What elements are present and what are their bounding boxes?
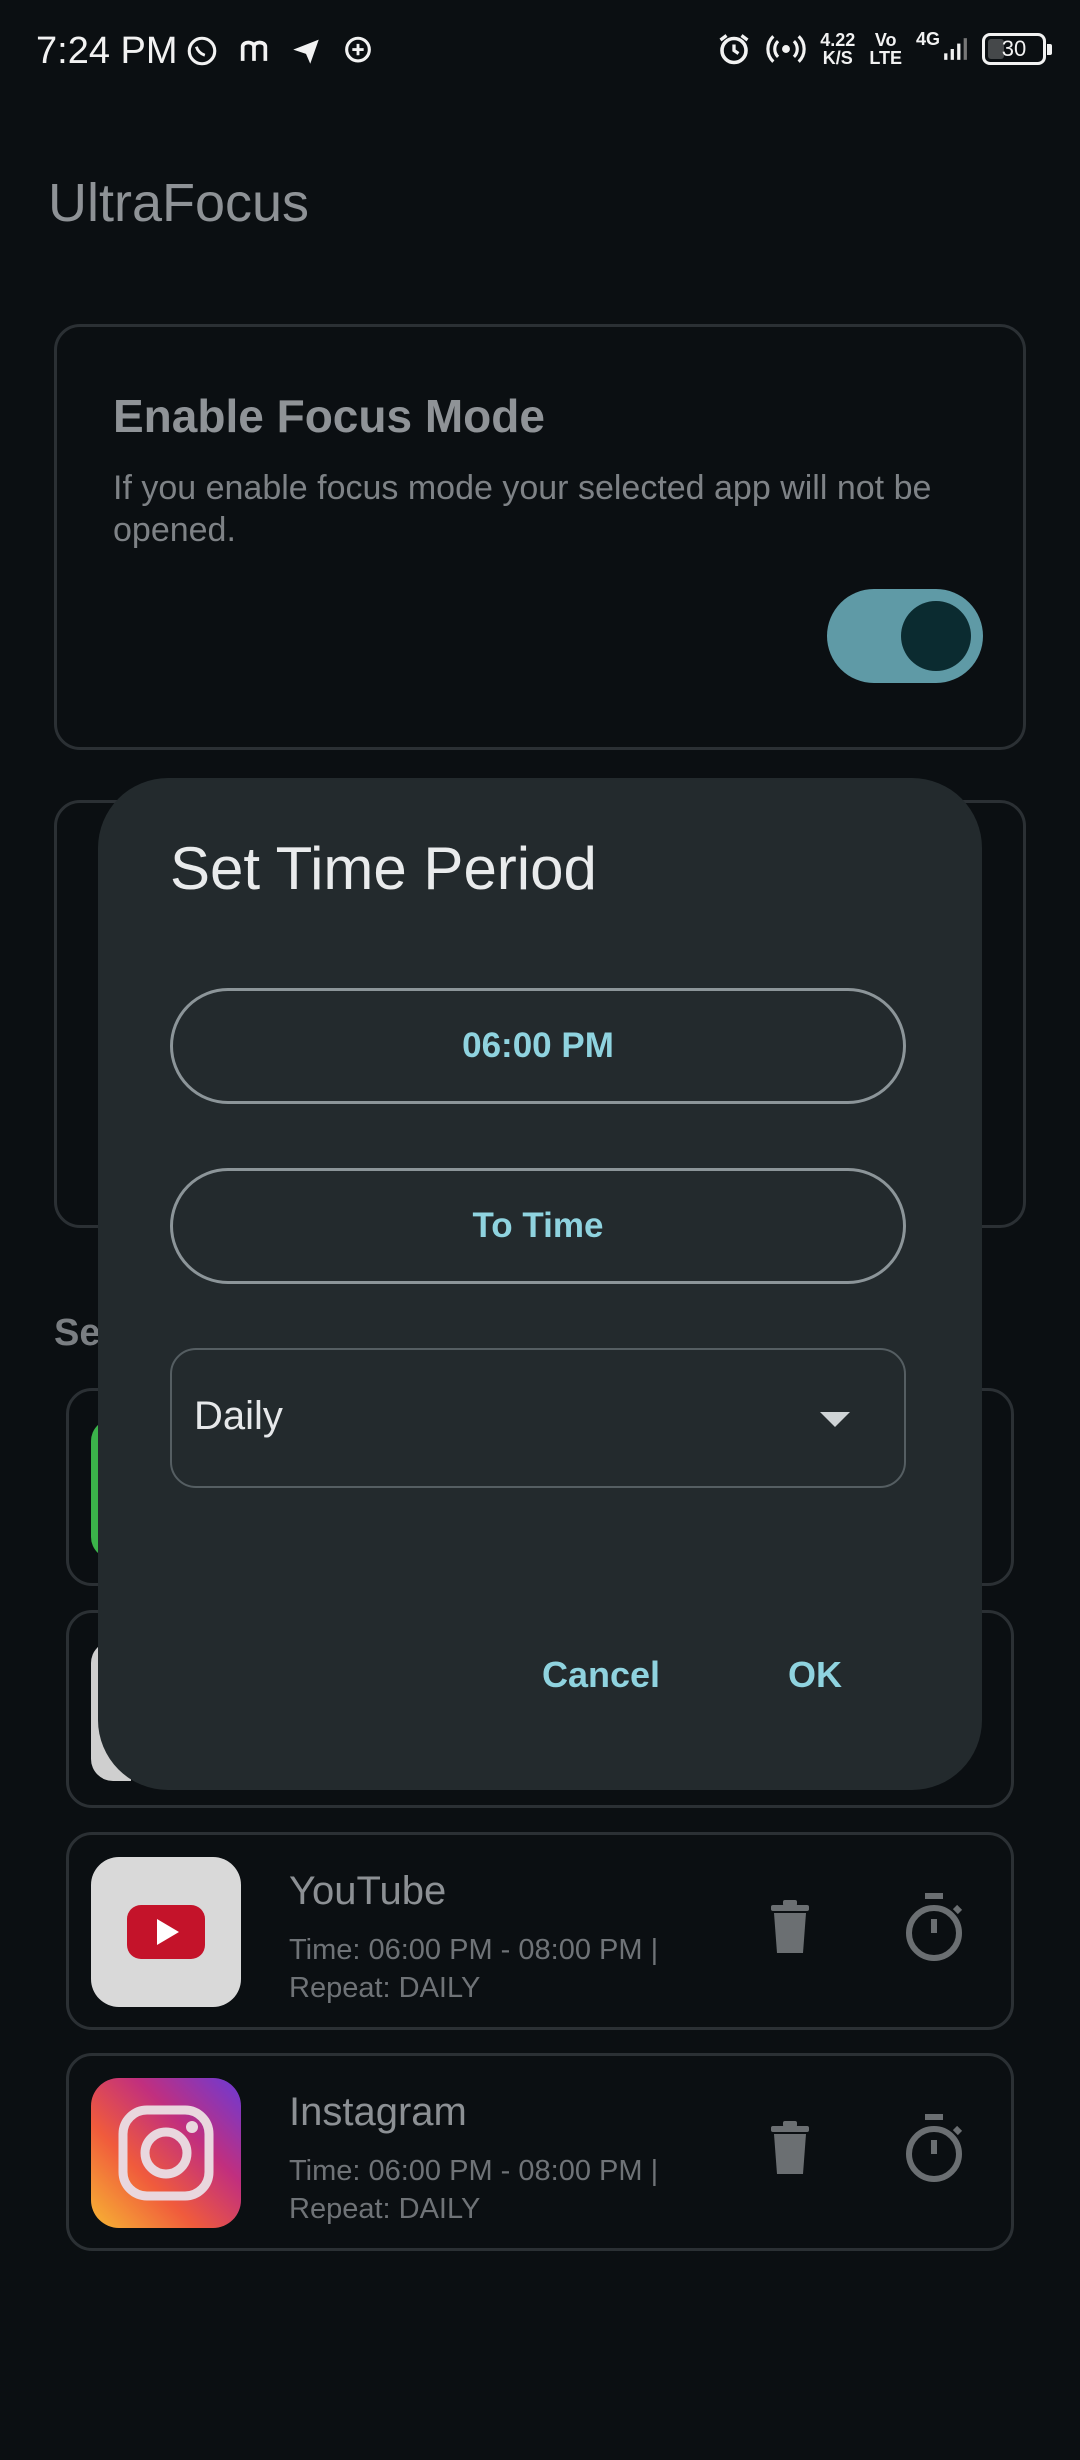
toggle-knob [901, 601, 971, 671]
timer-icon[interactable] [903, 2114, 965, 2184]
to-time-button[interactable]: To Time [170, 1168, 906, 1284]
whatsapp-icon [187, 36, 217, 66]
net-speed: 4.22 K/S [820, 30, 856, 68]
dialog-title: Set Time Period [170, 835, 597, 902]
timer-icon[interactable] [903, 1893, 965, 1963]
repeat-dropdown[interactable]: Daily [170, 1348, 906, 1488]
hotspot-icon [766, 35, 806, 63]
volte-indicator: Vo LTE [869, 30, 902, 68]
focus-mode-title: Enable Focus Mode [113, 390, 545, 442]
chat-plus-icon [345, 36, 371, 63]
app-title: UltraFocus [48, 173, 310, 233]
focus-mode-card: Enable Focus Mode If you enable focus mo… [54, 324, 1026, 750]
delete-icon[interactable] [769, 1899, 811, 1955]
delete-icon[interactable] [769, 2120, 811, 2176]
selected-apps-label: Se [54, 1312, 101, 1354]
dropdown-arrow-icon [820, 1412, 850, 1427]
app-schedule: Time: 06:00 PM - 08:00 PM | Repeat: DAILY [289, 1934, 659, 2004]
signal-indicator: 4G [916, 30, 968, 68]
status-bar: 7:24 PM 4.22 K/S Vo LTE 4G 30 [0, 0, 1080, 110]
ok-button[interactable]: OK [788, 1654, 842, 1696]
cancel-button[interactable]: Cancel [542, 1654, 660, 1696]
focus-mode-toggle[interactable] [827, 589, 983, 683]
system-icons: 4.22 K/S Vo LTE 4G 30 [716, 30, 1052, 68]
m-app-icon [240, 40, 268, 61]
from-time-button[interactable]: 06:00 PM [170, 988, 906, 1104]
focus-mode-description: If you enable focus mode your selected a… [113, 469, 932, 549]
repeat-value: Daily [194, 1394, 283, 1438]
youtube-icon [91, 1857, 241, 2007]
telegram-icon [293, 39, 319, 64]
notification-icons [185, 34, 375, 68]
set-time-period-dialog: Set Time Period 06:00 PM To Time Daily C… [98, 778, 982, 1790]
alarm-icon [719, 34, 749, 65]
status-time: 7:24 PM [36, 30, 178, 72]
app-name: YouTube [289, 1869, 447, 1913]
battery-icon: 30 [982, 33, 1052, 65]
app-name: Instagram [289, 2090, 467, 2134]
app-schedule: Time: 06:00 PM - 08:00 PM | Repeat: DAILY [289, 2155, 659, 2225]
app-card-youtube: YouTube Time: 06:00 PM - 08:00 PM | Repea… [66, 1832, 1014, 2030]
instagram-icon [91, 2078, 241, 2228]
signal-icon [944, 38, 967, 60]
app-card-instagram: Instagram Time: 06:00 PM - 08:00 PM | Rep… [66, 2053, 1014, 2251]
